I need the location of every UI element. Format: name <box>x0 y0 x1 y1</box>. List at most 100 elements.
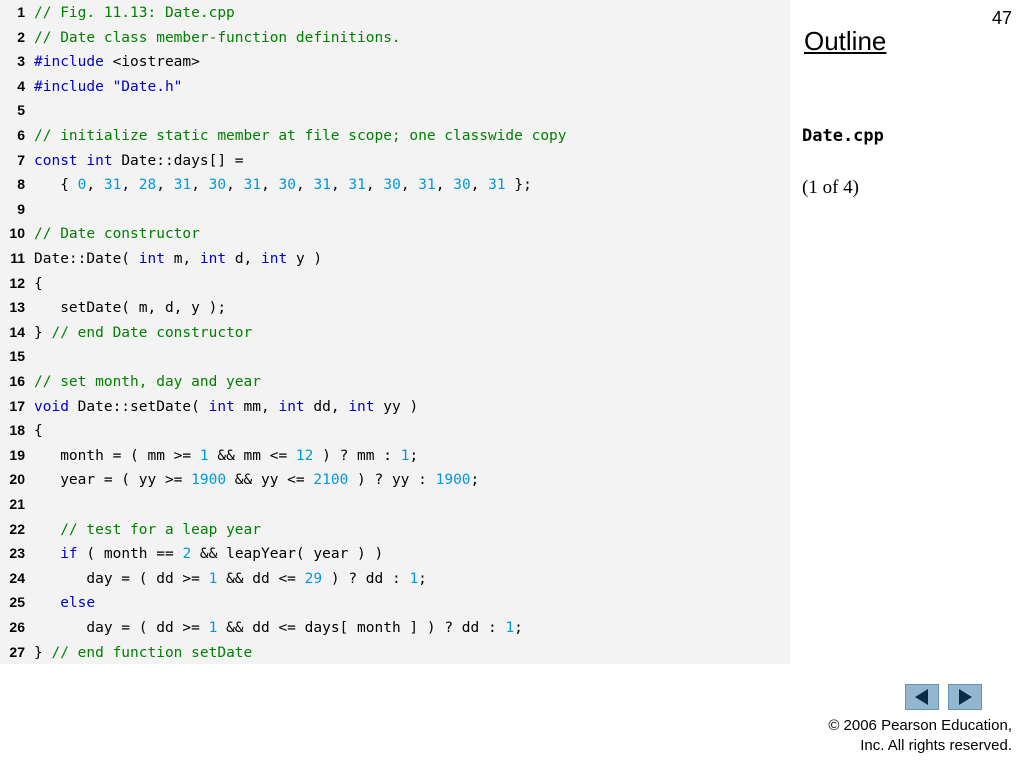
code-token: 1900 <box>191 472 227 489</box>
code-token: // set month, day and year <box>34 374 261 390</box>
code-token: // end Date constructor <box>51 324 253 341</box>
code-line: 24 day = ( dd >= 1 && dd <= 29 ) ? dd : … <box>0 566 790 590</box>
code-token: , <box>226 177 244 194</box>
code-line: 11 Date::Date( int m, int d, int y ) <box>0 246 790 270</box>
code-token: ; <box>514 620 523 636</box>
line-number: 25 <box>9 594 25 611</box>
code-line: 21 <box>0 492 790 516</box>
code-token: ) ? mm : <box>313 447 401 464</box>
code-token: y ) <box>287 251 323 267</box>
line-number: 14 <box>9 323 25 340</box>
file-name-label: Date.cpp <box>802 126 884 146</box>
code-token: 31 <box>418 177 436 194</box>
code-token: 31 <box>103 177 122 194</box>
code-token: , <box>296 177 314 194</box>
code-line: 1 // Fig. 11.13: Date.cpp <box>0 0 790 24</box>
code-token: 1 <box>505 620 515 636</box>
part-indicator: (1 of 4) <box>802 177 859 198</box>
code-token: , <box>261 177 279 194</box>
code-token: int <box>348 398 375 415</box>
code-token: { <box>34 177 78 194</box>
next-slide-button[interactable] <box>948 684 982 710</box>
code-token: // Fig. 11.13: Date.cpp <box>34 5 235 21</box>
code-token: #include <box>34 78 104 95</box>
line-number: 15 <box>9 348 25 365</box>
code-token: <iostream> <box>103 54 200 71</box>
code-token: yy ) <box>374 398 419 415</box>
code-token: , <box>470 177 489 194</box>
code-token: { <box>34 423 43 440</box>
code-token: Date::setDate( <box>68 398 209 415</box>
code-line: 3 #include <iostream> <box>0 49 790 73</box>
code-token: d, <box>226 251 262 267</box>
code-token: Date::Date( <box>34 251 139 267</box>
code-token: ) ? yy : <box>348 472 436 489</box>
line-number: 23 <box>9 545 25 562</box>
code-line: 12 { <box>0 271 790 295</box>
code-line: 26 day = ( dd >= 1 && dd <= days[ month … <box>0 615 790 639</box>
code-token: 28 <box>138 177 157 194</box>
line-number: 17 <box>9 397 25 414</box>
code-line: 4 #include "Date.h" <box>0 74 790 98</box>
code-token: void <box>34 398 69 415</box>
code-token: int <box>199 251 227 267</box>
line-number: 12 <box>9 274 25 291</box>
code-token: ( month == <box>77 546 183 563</box>
code-token: { <box>34 275 43 292</box>
code-token: m, <box>164 251 200 267</box>
code-token: if <box>60 546 78 563</box>
code-token: 12 <box>295 447 314 464</box>
line-number: 27 <box>9 643 25 660</box>
triangle-left-icon <box>915 689 928 705</box>
previous-slide-button[interactable] <box>905 684 939 710</box>
code-token: year = ( yy >= <box>34 472 192 489</box>
code-token: int <box>278 398 305 415</box>
code-token: , <box>330 177 349 194</box>
code-token: Date::days[] = <box>112 152 244 169</box>
code-token: int <box>138 251 165 267</box>
outline-link[interactable]: Outline <box>804 26 886 57</box>
copyright-line-2: Inc. All rights reserved. <box>860 737 1012 754</box>
slide-number: 47 <box>991 8 1012 28</box>
code-token: // Date constructor <box>34 226 200 243</box>
code-token: 30 <box>383 177 401 194</box>
code-line: 2 // Date class member-function definitio… <box>0 25 790 49</box>
code-line: 13 setDate( m, d, y ); <box>0 295 790 319</box>
code-token: const <box>34 152 78 169</box>
line-number: 6 <box>17 127 25 143</box>
code-token: 30 <box>278 177 297 194</box>
code-token: 30 <box>453 177 471 194</box>
code-token: int <box>208 398 235 415</box>
code-token: month = ( mm >= <box>34 447 200 464</box>
code-token: "Date.h" <box>112 78 183 95</box>
code-line: 10 // Date constructor <box>0 221 790 245</box>
code-token: 2100 <box>313 472 349 489</box>
code-token: 30 <box>208 177 227 194</box>
code-token: 1 <box>409 570 419 587</box>
code-line: 23 if ( month == 2 && leapYear( year ) ) <box>0 541 790 565</box>
code-token: // end function setDate <box>51 644 253 661</box>
code-token: day = ( dd >= <box>34 620 209 636</box>
code-token: , <box>156 177 174 194</box>
copyright-line-1: © 2006 Pearson Education, <box>828 717 1012 734</box>
code-token: 31 <box>313 177 331 194</box>
code-token: 31 <box>243 177 262 194</box>
code-token: dd, <box>304 398 349 415</box>
code-line: 7 const int Date::days[] = <box>0 148 790 172</box>
line-number: 21 <box>9 496 25 512</box>
code-token: 31 <box>348 177 366 194</box>
line-number: 8 <box>17 176 25 193</box>
code-token: int <box>261 251 288 267</box>
line-number: 1 <box>17 4 25 20</box>
code-line: 19 month = ( mm >= 1 && mm <= 12 ) ? mm … <box>0 443 790 467</box>
line-number: 4 <box>17 77 25 94</box>
code-line: 18 { <box>0 418 790 442</box>
code-token: #include <box>34 54 104 71</box>
line-number: 26 <box>9 619 25 635</box>
line-number: 9 <box>17 200 25 217</box>
code-line: 8 { 0, 31, 28, 31, 30, 31, 30, 31, 31, 3… <box>0 172 790 196</box>
code-line: 15 <box>0 344 790 368</box>
